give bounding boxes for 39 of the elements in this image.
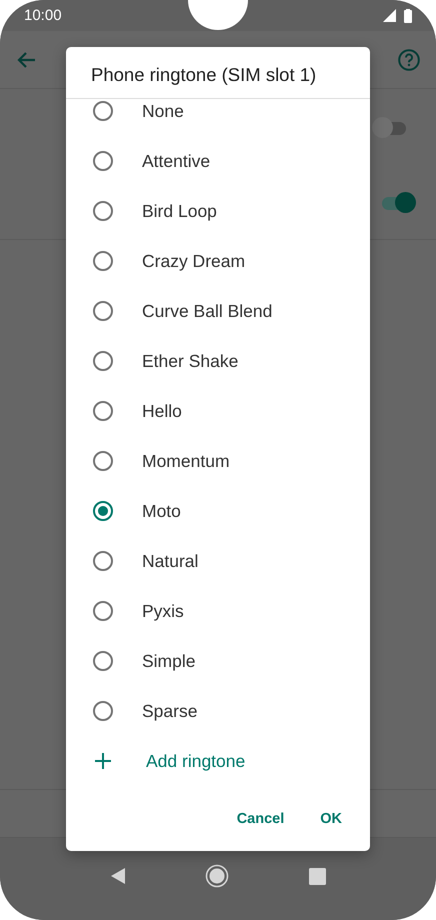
ringtone-label[interactable]: Hello bbox=[142, 400, 182, 422]
ringtone-label[interactable]: Curve Ball Blend bbox=[142, 300, 272, 322]
ringtone-label[interactable]: Moto bbox=[142, 500, 181, 522]
ringtone-label[interactable]: Momentum bbox=[142, 450, 230, 472]
radio-button[interactable] bbox=[93, 351, 113, 371]
ringtone-label[interactable]: Natural bbox=[142, 550, 198, 572]
home-nav-icon[interactable] bbox=[205, 864, 230, 888]
radio-button[interactable] bbox=[93, 651, 113, 671]
status-time: 10:00 bbox=[24, 7, 62, 24]
toggle-switch[interactable] bbox=[372, 116, 408, 136]
ringtone-label[interactable]: Simple bbox=[142, 650, 196, 672]
radio-button[interactable] bbox=[93, 501, 113, 521]
ringtone-label[interactable]: Crazy Dream bbox=[142, 250, 246, 272]
add-ringtone-link[interactable]: Add ringtone bbox=[146, 750, 246, 772]
dialog-title: Phone ringtone (SIM slot 1) bbox=[91, 64, 316, 86]
ringtone-label[interactable]: None bbox=[142, 100, 184, 122]
radio-button[interactable] bbox=[93, 401, 113, 421]
back-nav-icon[interactable] bbox=[110, 867, 126, 885]
ok-button[interactable]: OK bbox=[312, 802, 350, 834]
radio-button[interactable] bbox=[93, 601, 113, 621]
radio-button[interactable] bbox=[93, 451, 113, 471]
radio-button[interactable] bbox=[93, 551, 113, 571]
ringtone-label[interactable]: Ether Shake bbox=[142, 350, 238, 372]
plus-icon[interactable] bbox=[95, 753, 111, 769]
ringtone-label[interactable]: Attentive bbox=[142, 150, 210, 172]
ringtone-label[interactable]: Sparse bbox=[142, 700, 198, 722]
ringtone-label[interactable]: Pyxis bbox=[142, 600, 184, 622]
radio-button[interactable] bbox=[93, 101, 113, 121]
signal-icon bbox=[383, 9, 396, 22]
battery-icon bbox=[404, 8, 412, 22]
radio-button[interactable] bbox=[93, 151, 113, 171]
radio-button[interactable] bbox=[93, 701, 113, 721]
radio-button[interactable] bbox=[93, 301, 113, 321]
cancel-button[interactable]: Cancel bbox=[228, 802, 292, 834]
recents-nav-icon[interactable] bbox=[309, 868, 326, 884]
toggle-switch[interactable] bbox=[380, 192, 416, 212]
radio-button[interactable] bbox=[93, 201, 113, 221]
radio-button[interactable] bbox=[93, 251, 113, 271]
ringtone-label[interactable]: Bird Loop bbox=[142, 200, 217, 222]
